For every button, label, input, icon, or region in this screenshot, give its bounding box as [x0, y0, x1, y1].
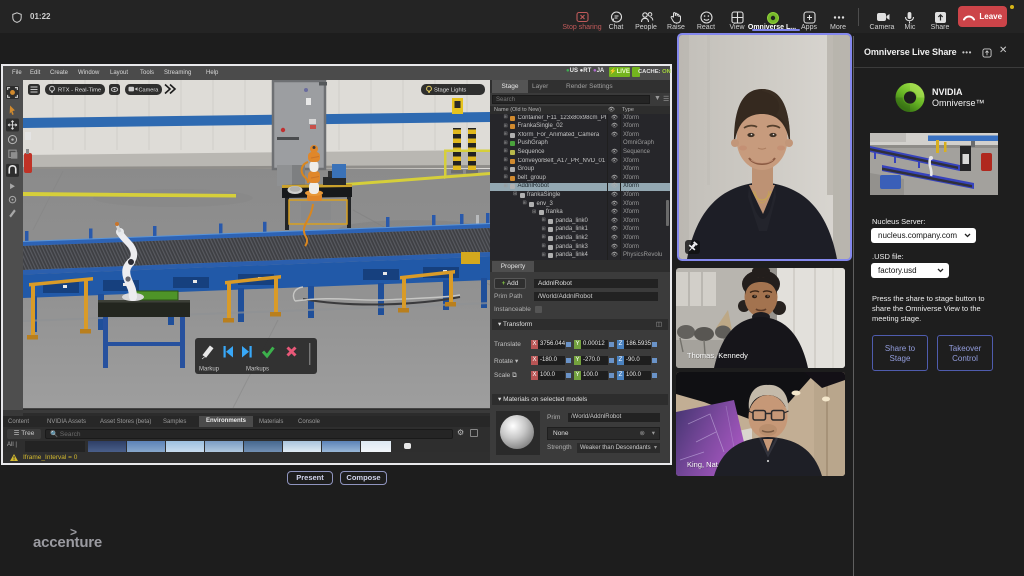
svg-text:Camera: Camera — [139, 88, 160, 94]
svg-text:Markups: Markups — [246, 367, 269, 373]
svg-text:Thomas, Kennedy: Thomas, Kennedy — [687, 351, 748, 360]
svg-text:King, Nat: King, Nat — [687, 460, 719, 469]
svg-text:Markup: Markup — [199, 367, 220, 373]
svg-text:Omniverse™: Omniverse™ — [932, 98, 985, 108]
svg-text:NVIDIA: NVIDIA — [932, 87, 963, 97]
svg-text:RTX - Real-Time: RTX - Real-Time — [58, 88, 101, 94]
svg-text:Stage Lights: Stage Lights — [434, 88, 466, 94]
